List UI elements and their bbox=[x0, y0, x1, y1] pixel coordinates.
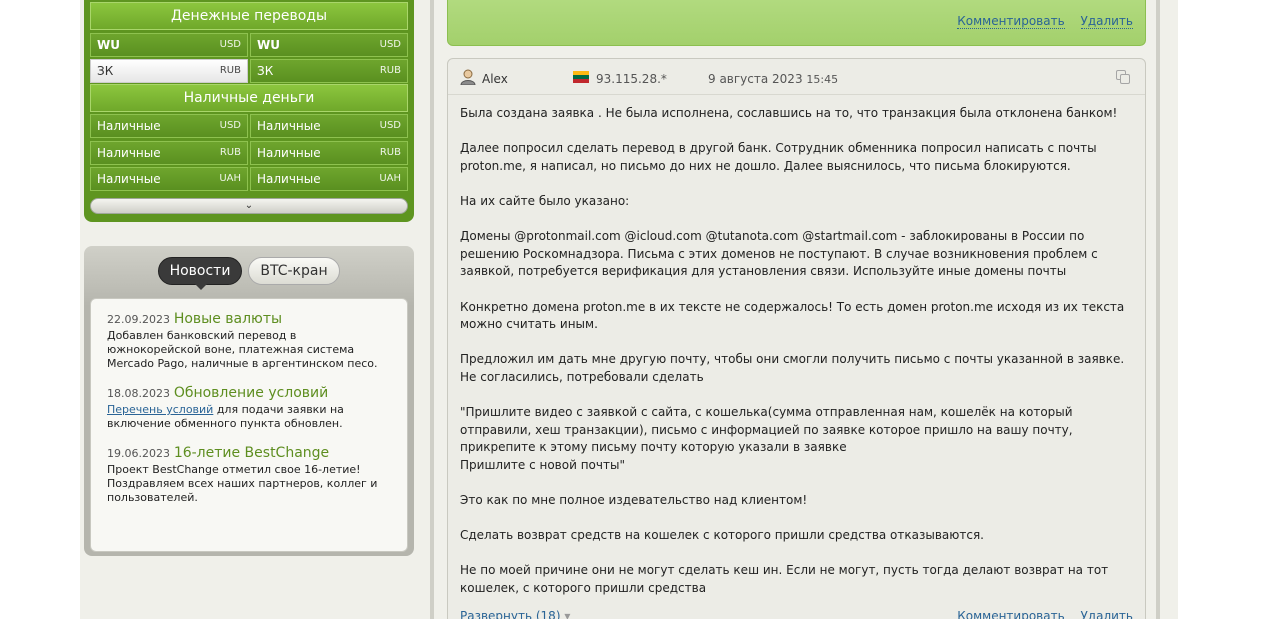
page: Денежные переводы WU USD WU USD ЗК RUB З… bbox=[80, 0, 1178, 619]
news-text: Проект BestChange отметил свое 16-летие!… bbox=[107, 463, 378, 504]
currency-item-cash-uah-get[interactable]: Наличные UAH bbox=[250, 167, 408, 191]
currency-item-cash-usd-get[interactable]: Наличные USD bbox=[250, 114, 408, 138]
comment-paragraph: Конкретно домена proton.me в их тексте н… bbox=[460, 299, 1125, 332]
news-text: Перечень условий для подачи заявки на вк… bbox=[107, 403, 344, 430]
exchange-directions-panel: Денежные переводы WU USD WU USD ЗК RUB З… bbox=[84, 0, 414, 222]
delete-comment-link[interactable]: Удалить bbox=[1080, 609, 1133, 619]
reply-comment-link[interactable]: Комментировать bbox=[957, 14, 1065, 29]
news-list: 22.09.2023 Новые валюты Добавлен банковс… bbox=[90, 298, 408, 552]
news-date: 19.06.2023 bbox=[107, 447, 170, 460]
previous-comment: Комментировать Удалить bbox=[447, 0, 1146, 46]
comment-paragraph: На их сайте было указано: bbox=[460, 193, 630, 208]
news-date: 18.08.2023 bbox=[107, 387, 170, 400]
chevron-down-icon: ⌄ bbox=[244, 200, 254, 211]
comment-paragraph: Домены @protonmail.com @icloud.com @tuta… bbox=[460, 229, 1098, 279]
tab-btc-faucet[interactable]: BTC-кран bbox=[248, 257, 340, 285]
comment-paragraph: Была создана заявка . Не была исполнена,… bbox=[460, 106, 1118, 120]
currency-item-cash-rub-give[interactable]: Наличные RUB bbox=[90, 141, 248, 165]
comment-header: Alex 93.115.28.* 9 августа 2023 15:45 bbox=[448, 59, 1145, 95]
column-divider bbox=[1156, 0, 1160, 619]
currency-row: Наличные USD Наличные USD bbox=[90, 114, 408, 138]
conditions-list-link[interactable]: Перечень условий bbox=[107, 403, 213, 416]
currency-row: WU USD WU USD bbox=[90, 33, 408, 57]
comment-actions: Комментировать Удалить bbox=[945, 609, 1133, 619]
currency-item-wu-usd-give[interactable]: WU USD bbox=[90, 33, 248, 57]
comment-paragraph: Сделать возврат средств на кошелек с кот… bbox=[460, 528, 984, 543]
currency-item-cash-rub-get[interactable]: Наличные RUB bbox=[250, 141, 408, 165]
currency-item-wu-usd-get[interactable]: WU USD bbox=[250, 33, 408, 57]
comment-paragraph: Это как по мне полное издевательство над… bbox=[460, 493, 808, 508]
review-comment: Alex 93.115.28.* 9 августа 2023 15:45 Бы… bbox=[447, 58, 1146, 619]
currency-row: Наличные UAH Наличные UAH bbox=[90, 167, 408, 191]
comment-actions: Комментировать Удалить bbox=[945, 14, 1133, 29]
comment-paragraph: Предложил им дать мне другую почту, чтоб… bbox=[460, 352, 1125, 384]
caret-down-icon: ▾ bbox=[564, 609, 571, 619]
column-divider bbox=[430, 0, 434, 619]
cash-header: Наличные деньги bbox=[90, 84, 408, 112]
expand-replies-link[interactable]: Развернуть (18) ▾ bbox=[460, 609, 570, 619]
news-item: 19.06.2023 16-летие BestChange Проект Be… bbox=[107, 445, 391, 505]
currency-item-zk-rub-get[interactable]: ЗК RUB bbox=[250, 59, 408, 83]
comment-text: Была создана заявка . Не была исполнена,… bbox=[460, 105, 1132, 615]
news-title-link[interactable]: Обновление условий bbox=[174, 385, 328, 401]
comment-author: Alex bbox=[482, 72, 508, 86]
news-panel: Новости BTC-кран 22.09.2023 Новые валюты… bbox=[84, 246, 414, 556]
currency-item-cash-uah-give[interactable]: Наличные UAH bbox=[90, 167, 248, 191]
comment-ip: 93.115.28.* bbox=[596, 72, 667, 86]
news-date: 22.09.2023 bbox=[107, 313, 170, 326]
comment-paragraph: "Пришлите видео с заявкой с сайта, с кош… bbox=[460, 405, 1073, 472]
news-title-link[interactable]: 16-летие BestChange bbox=[174, 445, 329, 461]
news-title-link[interactable]: Новые валюты bbox=[174, 311, 282, 327]
news-item: 22.09.2023 Новые валюты Добавлен банковс… bbox=[107, 311, 391, 371]
reply-comment-link[interactable]: Комментировать bbox=[957, 609, 1065, 619]
copy-icon[interactable] bbox=[1115, 69, 1131, 85]
currency-row: ЗК RUB ЗК RUB bbox=[90, 59, 408, 83]
comment-paragraph: Далее попросил сделать перевод в другой … bbox=[460, 141, 1097, 173]
user-icon bbox=[460, 69, 476, 85]
news-text: Добавлен банковский перевод в южнокорейс… bbox=[107, 329, 378, 370]
comment-date: 9 августа 2023 15:45 bbox=[708, 72, 839, 86]
currency-item-zk-rub-give-selected[interactable]: ЗК RUB bbox=[90, 59, 248, 83]
currency-item-cash-usd-give[interactable]: Наличные USD bbox=[90, 114, 248, 138]
transfers-header: Денежные переводы bbox=[90, 2, 408, 30]
comment-paragraph: Не по моей причине они не могут сделать … bbox=[460, 563, 1109, 596]
currency-row: Наличные RUB Наличные RUB bbox=[90, 141, 408, 165]
expand-list-button[interactable]: ⌄ bbox=[90, 198, 408, 214]
news-item: 18.08.2023 Обновление условий Перечень у… bbox=[107, 385, 391, 431]
lithuania-flag-icon bbox=[573, 71, 589, 83]
tab-news[interactable]: Новости bbox=[158, 257, 242, 290]
delete-comment-link[interactable]: Удалить bbox=[1080, 14, 1133, 29]
